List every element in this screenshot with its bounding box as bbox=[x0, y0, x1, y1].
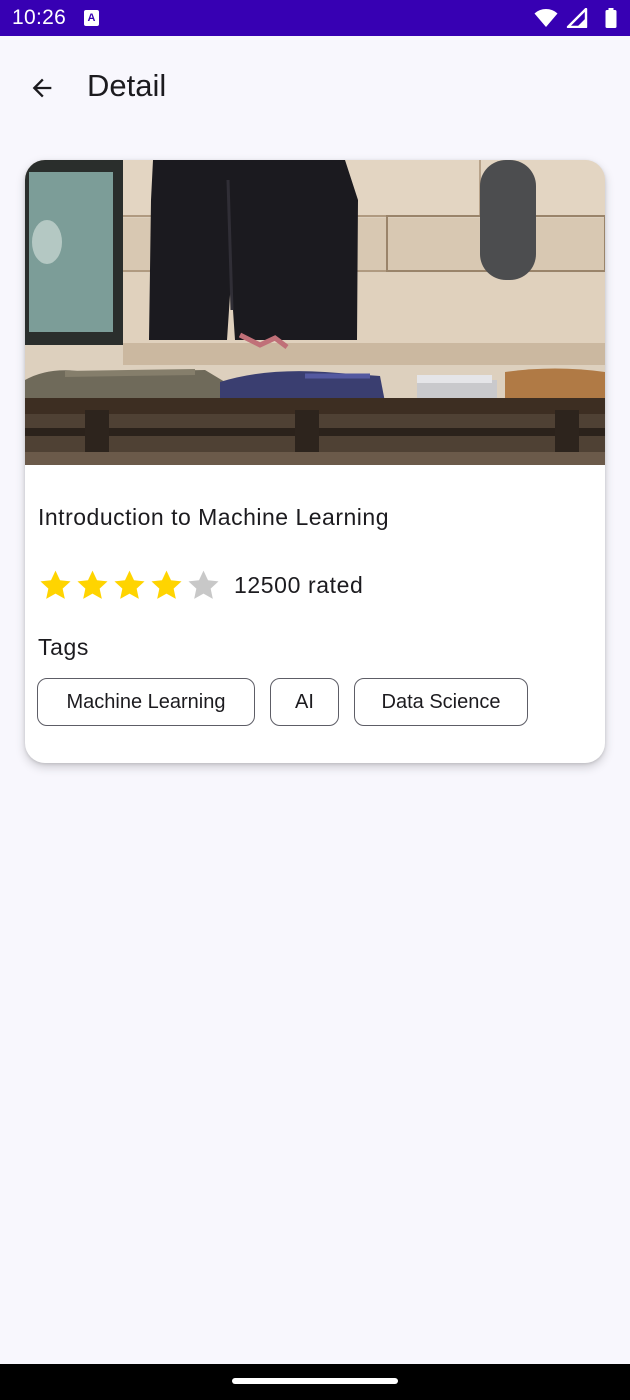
tags-label: Tags bbox=[38, 634, 89, 660]
back-button[interactable] bbox=[18, 64, 66, 112]
wifi-icon bbox=[534, 9, 558, 27]
star-filled-icon bbox=[77, 570, 108, 599]
cellular-signal-icon bbox=[566, 8, 588, 28]
home-gesture-handle[interactable] bbox=[232, 1378, 398, 1384]
tag-chip-ai[interactable]: AI bbox=[270, 678, 339, 726]
course-thumbnail-image bbox=[25, 160, 605, 465]
star-filled-icon bbox=[40, 570, 71, 599]
page-title: Detail bbox=[87, 68, 167, 103]
battery-icon bbox=[605, 8, 617, 28]
arrow-back-icon bbox=[32, 78, 52, 98]
course-card: Introduction to Machine Learning 12500 r… bbox=[25, 160, 605, 763]
course-title: Introduction to Machine Learning bbox=[38, 504, 389, 530]
status-bar: 10:26 A bbox=[0, 0, 630, 36]
tag-chip-data-science[interactable]: Data Science bbox=[354, 678, 528, 726]
top-app-bar: Detail bbox=[0, 36, 630, 136]
star-filled-icon bbox=[151, 570, 182, 599]
notification-a-icon: A bbox=[84, 10, 99, 26]
star-filled-icon bbox=[114, 570, 145, 599]
star-rating bbox=[38, 568, 223, 604]
star-empty-icon bbox=[188, 570, 219, 599]
rating-count: 12500 rated bbox=[234, 572, 364, 598]
status-time: 10:26 bbox=[12, 6, 67, 29]
tag-chip-machine-learning[interactable]: Machine Learning bbox=[37, 678, 255, 726]
